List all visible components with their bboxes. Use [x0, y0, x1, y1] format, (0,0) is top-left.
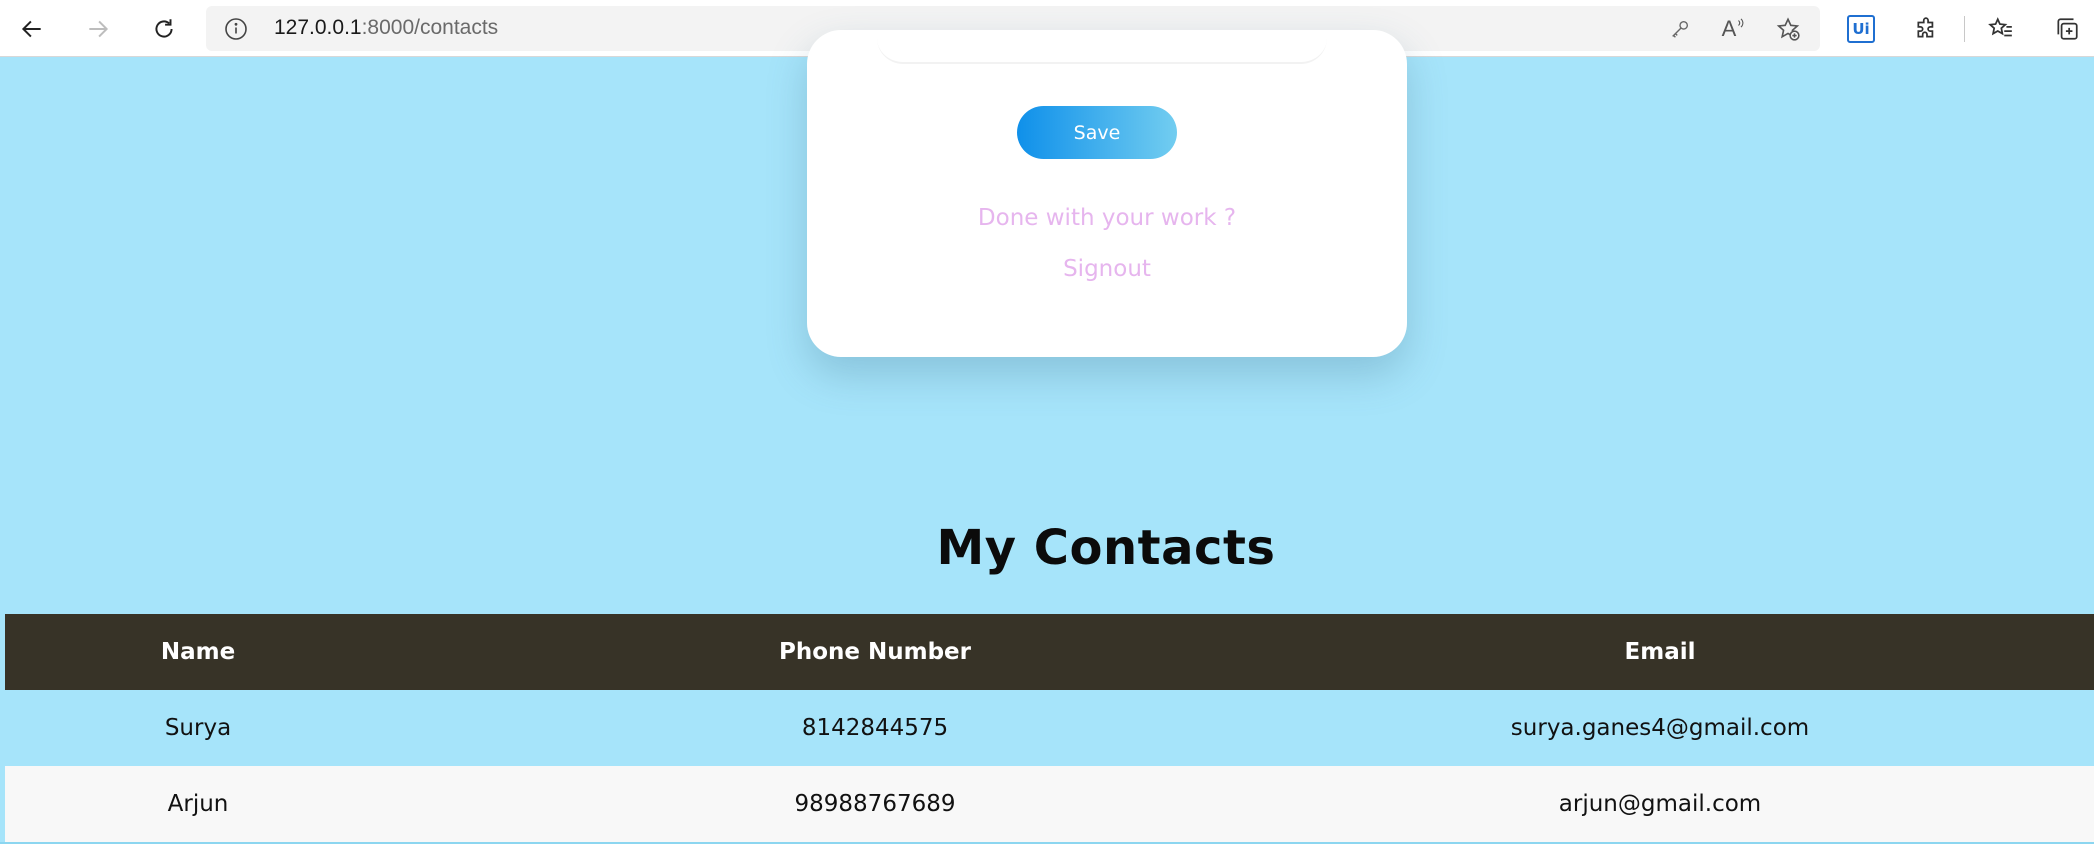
save-button[interactable]: Save: [1017, 106, 1177, 159]
refresh-icon[interactable]: [144, 9, 184, 49]
signout-link[interactable]: Signout: [807, 256, 1407, 282]
table-row: Arjun 98988767689 arjun@gmail.com: [5, 766, 2094, 842]
url-host: 127.0.0.1: [274, 16, 362, 39]
form-input-field[interactable]: [877, 30, 1327, 64]
forward-arrow-icon[interactable]: [78, 9, 118, 49]
url-text[interactable]: 127.0.0.1:8000/contacts: [274, 16, 498, 40]
contacts-table: Name Phone Number Email Surya 8142844575…: [5, 614, 2094, 842]
table-row: Surya 8142844575 surya.ganes4@gmail.com: [5, 690, 2094, 766]
contact-form-card: Save Done with your work ? Signout: [807, 30, 1407, 357]
url-path: :8000/contacts: [361, 16, 499, 39]
contacts-title: My Contacts: [936, 520, 1276, 576]
read-aloud-glyph: A: [1721, 16, 1737, 41]
back-arrow-icon[interactable]: [12, 9, 52, 49]
ui-extension-icon[interactable]: Ui: [1844, 12, 1878, 46]
contact-name: Surya: [164, 715, 232, 741]
add-favorite-icon[interactable]: [1774, 15, 1802, 43]
contact-phone: 98988767689: [794, 791, 956, 817]
toolbar-divider: [1964, 16, 1965, 42]
extensions-icon[interactable]: [1910, 12, 1944, 46]
column-header-phone: Phone Number: [778, 639, 971, 665]
contact-phone: 8142844575: [801, 715, 949, 741]
site-info-icon[interactable]: [224, 17, 248, 41]
column-header-name: Name: [160, 639, 236, 665]
contact-name: Arjun: [167, 791, 229, 817]
key-icon[interactable]: [1666, 15, 1694, 43]
read-aloud-icon[interactable]: A: [1720, 15, 1748, 43]
contact-email: surya.ganes4@gmail.com: [1510, 715, 1810, 741]
done-with-work-text: Done with your work ?: [977, 205, 1237, 231]
collections-icon[interactable]: [2050, 12, 2084, 46]
column-header-email: Email: [1624, 639, 1696, 665]
favorites-icon[interactable]: [1984, 12, 2018, 46]
ui-extension-label: Ui: [1847, 15, 1875, 43]
table-header: Name Phone Number Email: [5, 614, 2094, 690]
contact-email: arjun@gmail.com: [1558, 791, 1762, 817]
